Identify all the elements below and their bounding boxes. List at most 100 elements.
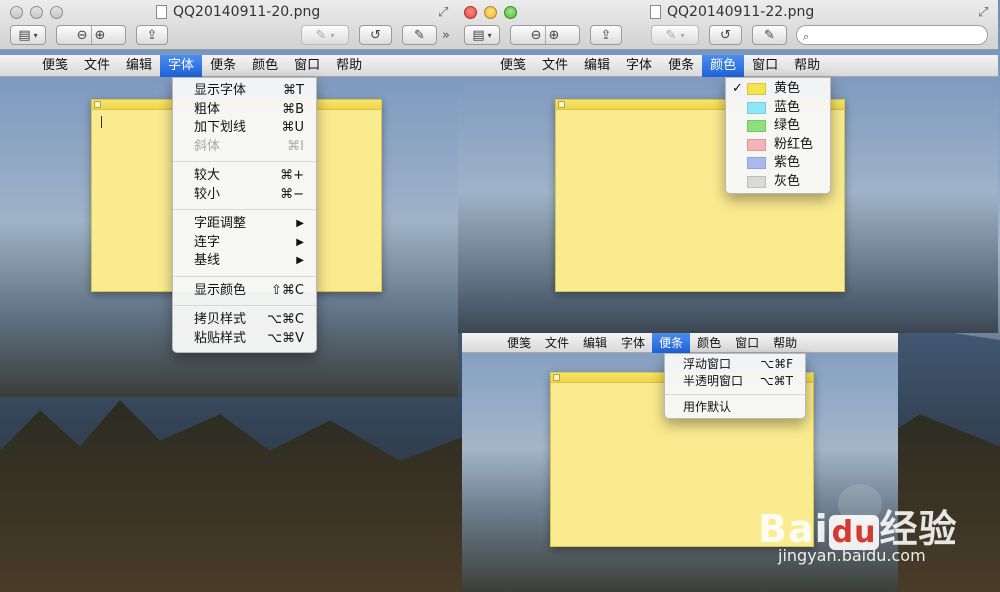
watermark-brand: Bai du经验 (758, 507, 958, 551)
menu-item-bold[interactable]: 粗体 ⌘B (173, 101, 316, 120)
rotate-button[interactable]: ↺ (709, 25, 742, 45)
menu-item-bigger[interactable]: 较大 ⌘+ (173, 167, 316, 186)
search-icon: ⌕ (803, 30, 810, 43)
watermark-url: jingyan.baidu.com (778, 546, 926, 565)
menu-note[interactable]: 便条 (202, 55, 244, 77)
menu-note[interactable]: 便条 (660, 55, 702, 77)
left-window-title: QQ20140911-20.png (156, 4, 320, 20)
right-titlebar: QQ20140911-22.png ⤢ ▤ ▾ ⊖ ⊕ ⇪ ✎ ▾ ↺ ✎ ⌕ (458, 0, 998, 50)
minimize-button[interactable] (484, 6, 497, 19)
menu-item-ligature[interactable]: 连字 ▶ (173, 234, 316, 253)
menu-file[interactable]: 文件 (538, 333, 576, 353)
rotate-button[interactable]: ↺ (359, 25, 392, 45)
menu-window[interactable]: 窗口 (728, 333, 766, 353)
menu-window[interactable]: 窗口 (286, 55, 328, 77)
markup-button[interactable]: ✎ ▾ (301, 25, 349, 45)
menu-item-underline[interactable]: 加下划线 ⌘U (173, 119, 316, 138)
menu-item-purple[interactable]: 紫色 (726, 154, 830, 173)
edit-button[interactable]: ✎ (402, 25, 437, 45)
menu-help[interactable]: 帮助 (766, 333, 804, 353)
sidebar-toggle-button[interactable]: ▤ ▾ (10, 25, 46, 45)
share-icon: ⇪ (146, 27, 158, 43)
menu-separator (173, 161, 316, 162)
menu-item-gray[interactable]: 灰色 (726, 173, 830, 192)
close-button[interactable] (10, 6, 23, 19)
document-icon (650, 5, 661, 19)
rotate-icon: ↺ (720, 27, 731, 43)
zoom-controls: ⊖ ⊕ (510, 25, 580, 45)
share-button[interactable]: ⇪ (590, 25, 622, 45)
menu-item-smaller[interactable]: 较小 ⌘− (173, 186, 316, 205)
purple-swatch (747, 157, 766, 169)
menu-file[interactable]: 文件 (534, 55, 576, 77)
menu-item-pink[interactable]: 粉红色 (726, 136, 830, 155)
menu-font[interactable]: 字体 (160, 54, 203, 77)
menu-edit[interactable]: 编辑 (576, 55, 618, 77)
baidu-watermark: Bai du经验 jingyan.baidu.com (758, 484, 978, 570)
zoom-controls: ⊖ ⊕ (56, 25, 126, 45)
menu-font[interactable]: 字体 (618, 55, 660, 77)
menu-color[interactable]: 颜色 (244, 55, 286, 77)
search-field[interactable]: ⌕ (796, 25, 988, 45)
apple-icon[interactable] (12, 55, 28, 77)
menu-font[interactable]: 字体 (614, 333, 652, 353)
zoom-in-icon[interactable]: ⊕ (95, 28, 106, 43)
zoom-out-icon[interactable]: ⊖ (531, 28, 542, 43)
edit-button[interactable]: ✎ (752, 25, 787, 45)
menu-item-green[interactable]: 绿色 (726, 117, 830, 136)
menu-item-blue[interactable]: 蓝色 (726, 99, 830, 118)
menu-item-baseline[interactable]: 基线 ▶ (173, 252, 316, 271)
more-icon[interactable]: » (442, 28, 450, 43)
menu-item-float-window[interactable]: 浮动窗口 ⌥⌘F (665, 356, 805, 373)
right-traffic-lights (464, 6, 517, 19)
right-menubar: 便笺 文件 编辑 字体 便条 颜色 窗口 帮助 (458, 54, 998, 77)
menu-item-copy-style[interactable]: 拷贝样式 ⌥⌘C (173, 311, 316, 330)
yellow-swatch (747, 83, 766, 95)
menu-item-kern[interactable]: 字距调整 ▶ (173, 215, 316, 234)
menu-note[interactable]: 便条 (652, 333, 691, 353)
menu-notes[interactable]: 便笺 (500, 333, 538, 353)
menu-item-show-colors[interactable]: 显示颜色 ⇧⌘C (173, 282, 316, 301)
menu-item-use-as-default[interactable]: 用作默认 (665, 399, 805, 416)
menu-notes[interactable]: 便笺 (492, 55, 534, 77)
fullscreen-icon[interactable]: ⤢ (438, 5, 448, 20)
menu-help[interactable]: 帮助 (786, 55, 828, 77)
sticky-close-icon[interactable] (94, 101, 101, 108)
menu-separator (665, 394, 805, 395)
share-icon: ⇪ (600, 27, 612, 43)
menu-notes[interactable]: 便笺 (34, 55, 76, 77)
minimize-button[interactable] (30, 6, 43, 19)
menu-color[interactable]: 颜色 (702, 54, 745, 77)
bottom-menubar: 便笺 文件 编辑 字体 便条 颜色 窗口 帮助 (462, 333, 898, 353)
sidebar-toggle-button[interactable]: ▤ ▾ (464, 25, 500, 45)
fullscreen-icon[interactable]: ⤢ (978, 5, 988, 20)
pink-swatch (747, 138, 766, 151)
zoom-button[interactable] (504, 6, 517, 19)
menu-item-show-fonts[interactable]: 显示字体 ⌘T (173, 82, 316, 101)
menu-window[interactable]: 窗口 (744, 55, 786, 77)
color-menu: ✓ 黄色 蓝色 绿色 粉红色 紫色 灰色 (725, 77, 831, 194)
menu-item-yellow[interactable]: ✓ 黄色 (726, 80, 830, 99)
zoom-button[interactable] (50, 6, 63, 19)
sticky-close-icon[interactable] (558, 101, 565, 108)
menu-color[interactable]: 颜色 (690, 333, 728, 353)
menu-item-paste-style[interactable]: 粘贴样式 ⌥⌘V (173, 330, 316, 349)
left-titlebar: QQ20140911-20.png ⤢ ▤ ▾ ⊖ ⊕ ⇪ ✎ ▾ ↺ ✎ » (0, 0, 458, 50)
menu-separator (173, 209, 316, 210)
apple-icon[interactable] (480, 333, 494, 353)
zoom-in-icon[interactable]: ⊕ (549, 28, 560, 43)
menu-help[interactable]: 帮助 (328, 55, 370, 77)
apple-icon[interactable] (470, 55, 486, 77)
rotate-icon: ↺ (370, 27, 381, 43)
menu-edit[interactable]: 编辑 (118, 55, 160, 77)
menu-file[interactable]: 文件 (76, 55, 118, 77)
menu-edit[interactable]: 编辑 (576, 333, 614, 353)
document-icon (156, 5, 167, 19)
share-button[interactable]: ⇪ (136, 25, 168, 45)
markup-button[interactable]: ✎ ▾ (651, 25, 699, 45)
close-button[interactable] (464, 6, 477, 19)
zoom-out-icon[interactable]: ⊖ (77, 28, 88, 43)
menu-item-translucent-window[interactable]: 半透明窗口 ⌥⌘T (665, 373, 805, 390)
menu-separator (173, 305, 316, 306)
sticky-close-icon[interactable] (553, 374, 560, 381)
